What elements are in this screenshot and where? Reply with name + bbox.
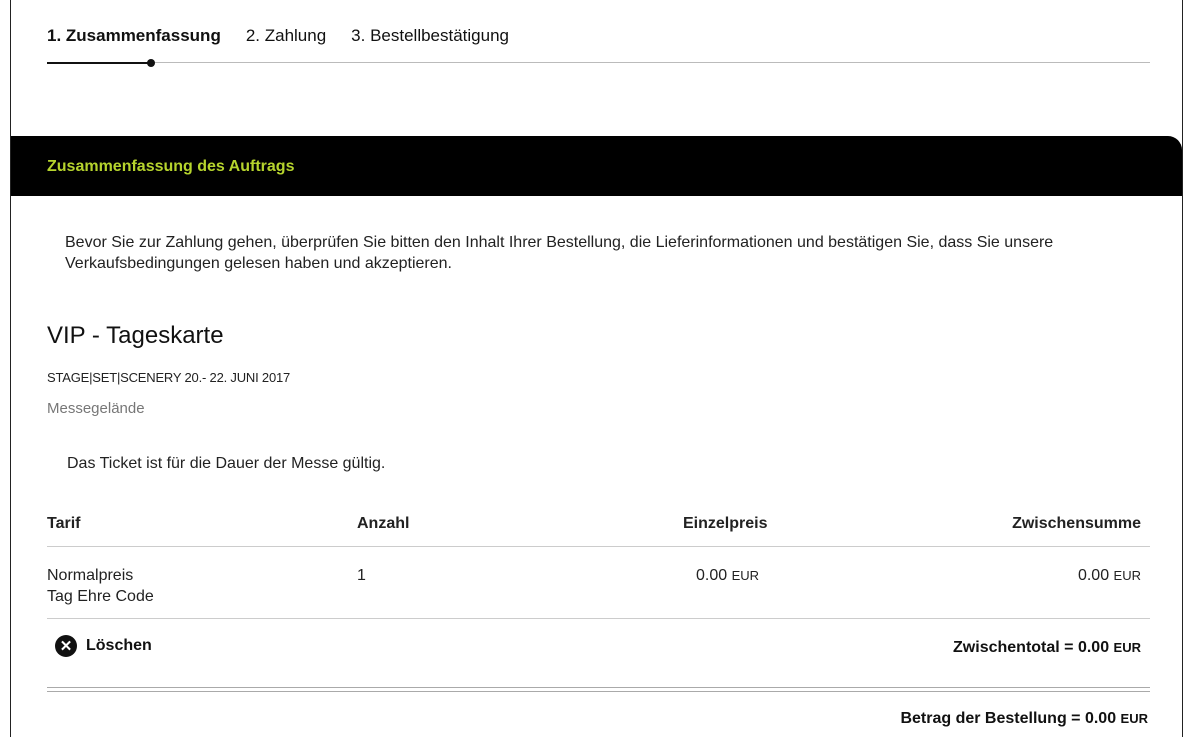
subtotal-currency: EUR <box>1113 640 1141 655</box>
delete-button[interactable]: ✕ Löschen <box>55 635 152 657</box>
tarif-code: Tag Ehre Code <box>47 588 154 605</box>
event-name: STAGE|SET|SCENERY 20.- 22. JUNI 2017 <box>47 370 291 385</box>
order-total: Betrag der Bestellung = 0.00 EUR <box>900 710 1148 728</box>
col-header-zwischensumme: Zwischensumme <box>1012 515 1141 532</box>
einzelpreis-currency: EUR <box>731 568 760 583</box>
col-header-tarif: Tarif <box>47 515 81 532</box>
subtotal: Zwischentotal = 0.00 EUR <box>953 639 1141 657</box>
page-frame <box>10 0 1183 737</box>
col-header-anzahl: Anzahl <box>357 515 410 532</box>
step-progress-active <box>47 62 152 64</box>
order-summary-header: Zusammenfassung des Auftrags <box>11 136 1182 196</box>
total-divider <box>47 687 1150 692</box>
total-label: Betrag der Bestellung = 0.00 <box>900 710 1117 727</box>
table-divider <box>47 618 1150 619</box>
zwischensumme-currency: EUR <box>1113 568 1141 583</box>
ticket-validity: Das Ticket ist für die Dauer der Messe g… <box>67 455 386 472</box>
step-payment[interactable]: 2. Zahlung <box>246 26 326 46</box>
table-cell-anzahl: 1 <box>357 567 366 584</box>
step-progress-track <box>47 62 1150 63</box>
table-divider <box>47 546 1150 547</box>
step-confirmation[interactable]: 3. Bestellbestätigung <box>351 26 509 46</box>
intro-text: Bevor Sie zur Zahlung gehen, überprüfen … <box>65 234 1054 272</box>
subtotal-label: Zwischentotal = 0.00 <box>953 639 1110 656</box>
col-header-einzelpreis: Einzelpreis <box>683 515 768 532</box>
table-cell-zwischensumme: 0.00 EUR <box>1078 565 1141 586</box>
delete-label: Löschen <box>86 637 152 654</box>
close-circle-icon: ✕ <box>55 635 77 657</box>
step-progress-marker <box>147 59 155 67</box>
total-currency: EUR <box>1120 711 1148 726</box>
tarif-name: Normalpreis <box>47 567 134 584</box>
product-title: VIP - Tageskarte <box>47 322 224 349</box>
step-summary[interactable]: 1. Zusammenfassung <box>47 26 221 46</box>
zwischensumme-value: 0.00 <box>1077 567 1110 584</box>
venue-name: Messegelände <box>47 400 145 417</box>
checkout-steps: 1. Zusammenfassung 2. Zahlung 3. Bestell… <box>47 26 534 46</box>
panel-title: Zusammenfassung des Auftrags <box>47 158 295 175</box>
einzelpreis-value: 0.00 <box>696 567 728 584</box>
table-cell-tarif: Normalpreis Tag Ehre Code <box>47 565 154 607</box>
table-cell-einzelpreis: 0.00 EUR <box>696 565 759 586</box>
